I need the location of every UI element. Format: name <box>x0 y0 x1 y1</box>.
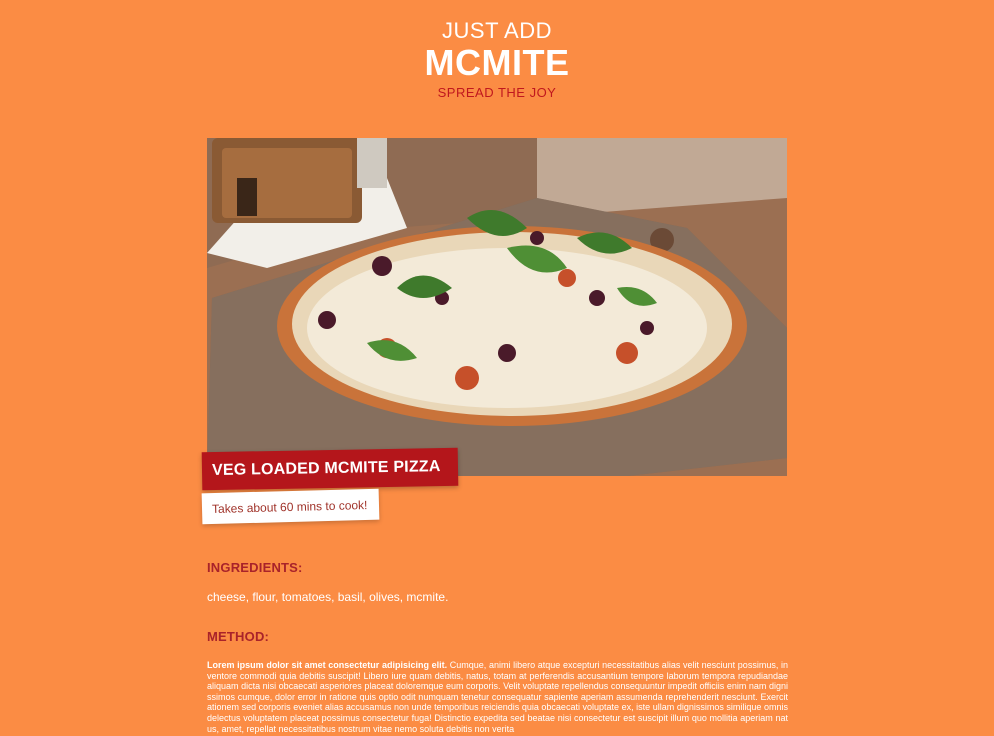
method-lead: Lorem ipsum dolor sit amet consectetur a… <box>207 660 448 670</box>
ingredients-heading: INGREDIENTS: <box>207 560 303 575</box>
header-pre-title: JUST ADD <box>442 18 552 43</box>
pizza-illustration <box>207 138 787 476</box>
brand-name: MCMITE <box>424 42 570 83</box>
ingredients-list: cheese, flour, tomatoes, basil, olives, … <box>207 590 449 604</box>
page: JUST ADD MCMITE SPREAD THE JOY VEG LOADE… <box>0 0 994 736</box>
cook-time-badge: Takes about 60 mins to cook! <box>201 488 380 525</box>
recipe-image <box>207 138 787 476</box>
recipe-title: VEG LOADED MCMITE PIZZA <box>201 447 459 491</box>
tagline: SPREAD THE JOY <box>437 85 557 100</box>
method-text: Lorem ipsum dolor sit amet consectetur a… <box>207 660 788 734</box>
site-header: JUST ADD MCMITE SPREAD THE JOY <box>0 18 994 102</box>
method-heading: METHOD: <box>207 629 270 644</box>
method-body: Cumque, animi libero atque excepturi nec… <box>207 660 788 734</box>
